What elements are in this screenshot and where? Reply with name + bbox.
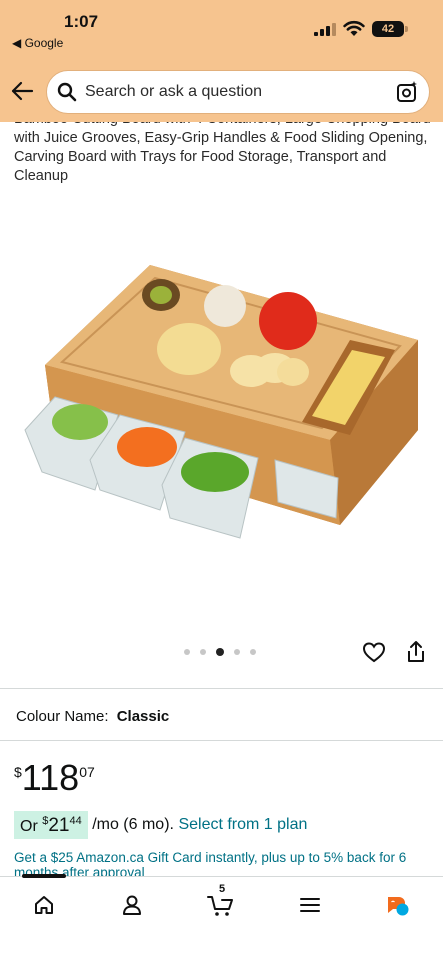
colour-selector: Colour Name: Classic	[16, 708, 169, 725]
status-time: 1:07	[64, 12, 99, 31]
monthly-suffix: /mo (6 mo).	[92, 816, 174, 833]
nav-home[interactable]	[22, 889, 66, 921]
carousel-dot[interactable]	[184, 649, 190, 655]
price-whole: 118	[21, 757, 80, 798]
home-icon	[35, 896, 53, 914]
back-to-app-link[interactable]: ◀ Google	[12, 36, 63, 50]
search-icon	[57, 82, 77, 102]
carousel-dot[interactable]	[200, 649, 206, 655]
nav-menu[interactable]	[288, 889, 332, 921]
nav-cart[interactable]: 5	[199, 883, 243, 921]
product-title: Bamboo Cutting Board with 4 Containers, …	[14, 122, 431, 184]
camera-lens-icon[interactable]	[395, 80, 419, 104]
monthly-fraction: 44	[69, 815, 82, 827]
select-plan-link[interactable]: Select from 1 plan	[178, 816, 307, 833]
person-icon	[123, 895, 141, 915]
active-tab-indicator	[22, 874, 66, 878]
nav-account[interactable]	[110, 889, 154, 921]
back-arrow-icon[interactable]	[10, 80, 34, 102]
divider	[0, 688, 443, 689]
carousel-dot-active[interactable]	[216, 648, 224, 656]
monthly-prefix: Or	[20, 818, 43, 835]
gift-card-promo[interactable]: Get a $25 Amazon.ca Gift Card instantly,…	[0, 850, 443, 876]
search-input[interactable]: Search or ask a question	[85, 83, 262, 101]
carousel-dot[interactable]	[250, 649, 256, 655]
heart-icon[interactable]	[362, 641, 386, 663]
colour-label: Colour Name:	[16, 708, 109, 725]
share-icon[interactable]	[405, 640, 427, 664]
product-price: $11807	[14, 760, 95, 796]
bottom-nav: 5	[0, 874, 443, 960]
cart-icon	[207, 896, 233, 916]
divider	[0, 740, 443, 741]
cart-count-badge: 5	[219, 883, 226, 895]
app-header: 1:07 ◀ Google 42 Search or ask a questio…	[0, 0, 443, 122]
monthly-payment: Or $2144 /mo (6 mo). Select from 1 plan	[14, 811, 307, 839]
wifi-icon	[343, 20, 365, 36]
price-fraction: 07	[79, 764, 95, 780]
nav-rufus[interactable]	[376, 889, 420, 921]
hamburger-menu-icon	[300, 898, 320, 912]
monthly-amount-highlight: Or $2144	[14, 811, 88, 839]
rufus-assistant-icon	[388, 897, 409, 916]
product-title-container: Bamboo Cutting Board with 4 Containers, …	[0, 122, 443, 192]
carousel-dot[interactable]	[234, 649, 240, 655]
gift-card-promo-text[interactable]: Get a $25 Amazon.ca Gift Card instantly,…	[14, 850, 434, 876]
colour-value: Classic	[116, 708, 170, 725]
product-image[interactable]	[0, 200, 443, 620]
monthly-amount: 21	[48, 815, 70, 836]
price-symbol: $	[14, 764, 22, 780]
cellular-signal-icon	[314, 23, 336, 36]
search-bar[interactable]: Search or ask a question	[46, 70, 430, 114]
battery-icon: 42	[372, 21, 408, 37]
